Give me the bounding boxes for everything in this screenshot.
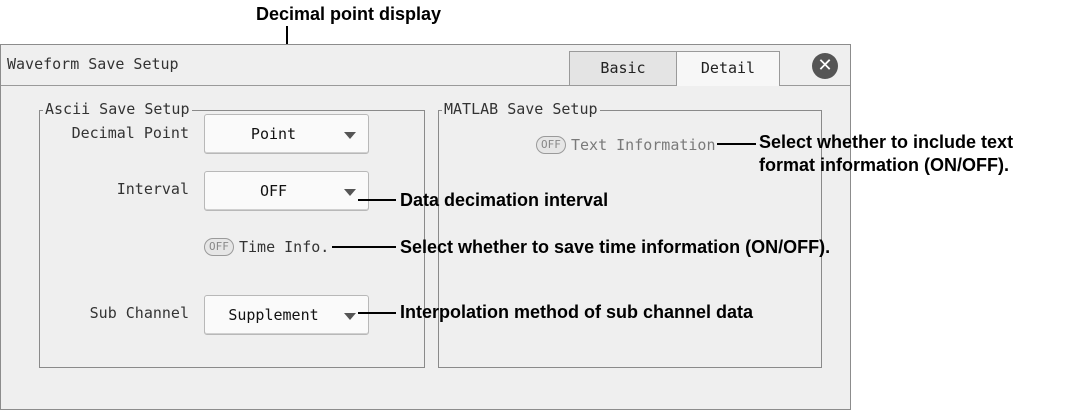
interval-dropdown[interactable]: OFF: [204, 171, 369, 211]
text-information-label: Text Information: [571, 136, 716, 154]
matlab-group-label: MATLAB Save Setup: [442, 100, 600, 118]
decimal-point-dropdown[interactable]: Point: [204, 114, 369, 154]
tab-basic[interactable]: Basic: [569, 51, 677, 85]
waveform-save-setup-dialog: Waveform Save Setup Basic Detail ✕ Ascii…: [0, 44, 851, 410]
chevron-down-icon: [344, 313, 356, 320]
dialog-title: Waveform Save Setup: [7, 55, 179, 73]
time-info-toggle[interactable]: OFF: [204, 238, 234, 256]
decimal-point-value: Point: [250, 125, 297, 143]
callout-line-sub-channel: [358, 312, 396, 314]
callout-decimal-point-display: Decimal point display: [256, 4, 442, 24]
tab-detail[interactable]: Detail: [676, 51, 780, 86]
sub-channel-dropdown[interactable]: Supplement: [204, 295, 369, 335]
callout-text-info-line1: Select whether to include text: [759, 132, 1014, 152]
ascii-group-label: Ascii Save Setup: [43, 100, 192, 118]
chevron-down-icon: [344, 132, 356, 139]
callout-interval: Data decimation interval: [400, 190, 609, 210]
callout-line-text-info: [717, 143, 756, 145]
callout-sub-channel: Interpolation method of sub channel data: [400, 302, 754, 322]
decimal-point-label: Decimal Point: [71, 124, 189, 142]
close-icon[interactable]: ✕: [812, 53, 838, 79]
chevron-down-icon: [344, 189, 356, 196]
dialog-titlebar: Waveform Save Setup Basic Detail ✕: [1, 45, 850, 86]
interval-value: OFF: [259, 182, 288, 200]
sub-channel-label: Sub Channel: [89, 304, 189, 322]
text-information-toggle[interactable]: OFF: [536, 136, 566, 154]
interval-label: Interval: [116, 180, 189, 198]
callout-line-time-info: [332, 246, 396, 248]
time-info-label: Time Info.: [239, 238, 330, 256]
sub-channel-value: Supplement: [228, 306, 319, 324]
callout-time-info: Select whether to save time information …: [400, 237, 831, 257]
callout-line-interval: [358, 199, 396, 201]
callout-text-info-line2: format information (ON/OFF).: [759, 155, 1009, 175]
